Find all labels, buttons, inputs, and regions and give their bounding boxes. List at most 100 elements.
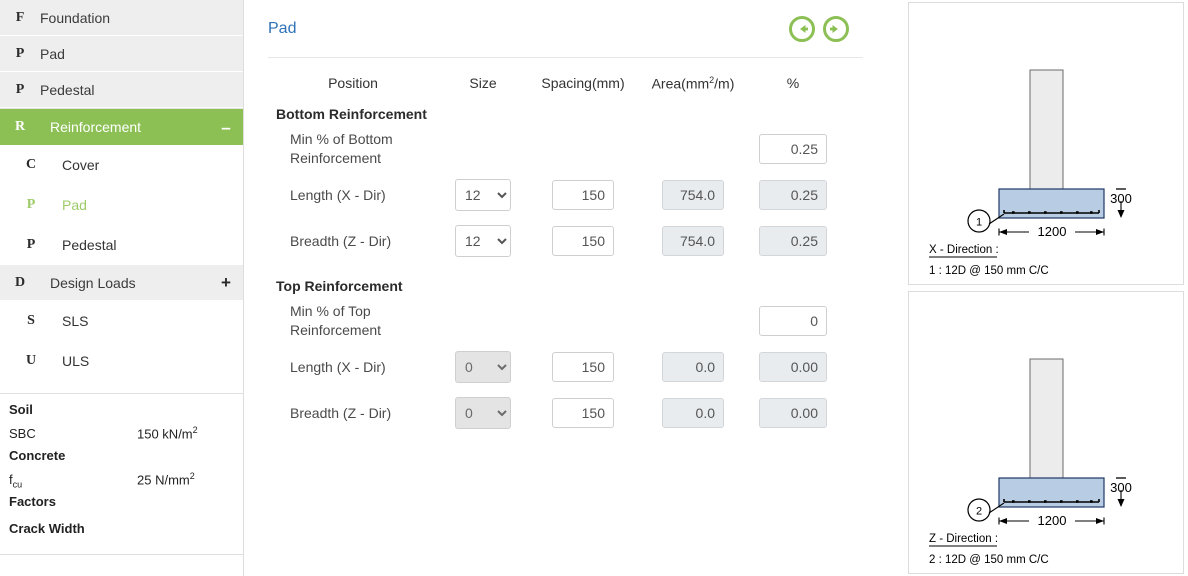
info-label: fcu [9,472,23,490]
cell-area [638,226,748,256]
callout-number: 1 [976,217,982,229]
info-value: 25 N/mm2 [137,471,195,488]
nav-arrows [789,16,849,42]
table-row-min-pct-bottom: Min % of Bottom Reinforcement [268,126,888,172]
collapse-minus-icon[interactable]: – [209,119,243,136]
sidebar-item-label: SLS [62,313,89,329]
top-length-size-select[interactable]: 08101216202532 [455,351,511,383]
bottom-breadth-spacing-input[interactable] [552,226,614,256]
diagram-caption-detail: 2 : 12D @ 150 mm C/C [929,554,1049,566]
pedestal-letter-icon: P [15,81,25,97]
sidebar-item-label: Pedestal [62,237,117,253]
diagram-caption-title: Z - Direction : [929,533,998,545]
cell-spacing [528,226,638,256]
row-label-line1: Min % of Bottom [290,131,393,148]
cell-spacing [528,180,638,210]
cell-area [638,398,748,428]
row-label: Breadth (Z - Dir) [290,232,392,249]
table-row-bottom-breadth: Breadth (Z - Dir) 08101216202532 [268,218,888,264]
section-heading-top-reinforcement: Top Reinforcement [276,278,403,294]
table-row-top-length: Length (X - Dir) 08101216202532 [268,344,888,390]
row-label: Min % of Bottom Reinforcement [268,130,438,168]
sidebar-item-label: Pad [40,45,65,62]
cell-min-pct [748,134,838,164]
row-label: Min % of Top Reinforcement [268,302,438,340]
sidebar-item-sls[interactable]: S SLS [0,301,243,341]
info-label: SBC [9,426,36,442]
column-header-spacing: Spacing(mm) [541,75,625,91]
top-breadth-spacing-input[interactable] [552,398,614,428]
diagram-card-z-direction: 2 1200 300 Z - Direction : 2 : 12D @ 150… [908,291,1184,574]
diagram-column: 1 1200 300 X - Direction : 1 : 12D @ 150… [904,0,1188,576]
main-header: Pad [268,0,863,58]
info-label: Factors [9,494,56,509]
design-loads-letter-icon: D [14,274,26,290]
sidebar-info-panel: Soil SBC 150 kN/m2 Concrete fcu 25 N/mm2… [0,393,243,555]
section-heading-bottom-reinforcement: Bottom Reinforcement [276,106,427,122]
row-label-line2: Reinforcement [290,322,382,338]
info-heading-concrete: Concrete [0,448,243,471]
sidebar-item-pedestal[interactable]: P Pedestal [0,72,243,108]
uls-letter-icon: U [25,353,37,368]
previous-arrow-icon[interactable] [789,16,815,42]
app-root: F Foundation P Pad P Pedestal R Reinforc… [0,0,1188,576]
column-header-percent: % [786,75,800,91]
sidebar-top-group: F Foundation P Pad P Pedestal [0,0,243,109]
sidebar-group-design-loads[interactable]: D Design Loads + [0,265,243,301]
sidebar-item-cover[interactable]: C Cover [0,145,243,185]
cell-size: 08101216202532 [438,225,528,257]
top-breadth-size-select[interactable]: 08101216202532 [455,397,511,429]
bottom-length-spacing-input[interactable] [552,180,614,210]
info-row-fcu: fcu 25 N/mm2 [0,471,243,494]
sidebar-group-reinforcement[interactable]: R Reinforcement – [0,109,243,145]
cell-percent [748,180,838,210]
pad-letter-icon: P [15,45,25,61]
column-header-position: Position [328,75,378,91]
sidebar-item-label: Foundation [40,9,111,26]
row-label: Length (X - Dir) [290,186,386,203]
bottom-breadth-size-select[interactable]: 08101216202532 [455,225,511,257]
diagram-caption-detail: 1 : 12D @ 150 mm C/C [929,265,1049,277]
depth-dimension-label: 300 [1110,191,1132,206]
min-pct-top-input[interactable] [759,306,827,336]
bottom-breadth-percent-output [759,226,827,256]
cell-percent [748,226,838,256]
table-header-row: Position Size Spacing(mm) Area(mm2/m) % [268,68,888,98]
cell-percent [748,398,838,428]
top-breadth-percent-output [759,398,827,428]
row-label: Length (X - Dir) [290,358,386,375]
column-header-size: Size [469,75,497,91]
row-label-line1: Min % of Top [290,303,371,320]
sidebar: F Foundation P Pad P Pedestal R Reinforc… [0,0,244,576]
top-length-spacing-input[interactable] [552,352,614,382]
sidebar-group-label: Reinforcement [50,119,142,135]
sidebar-item-label: ULS [62,353,90,369]
info-label: Concrete [9,448,66,463]
info-label: Crack Width [9,521,85,536]
info-heading-factors: Factors [0,494,243,517]
reinforcement-letter-icon: R [14,119,26,134]
top-length-area-output [662,352,724,382]
callout-number: 2 [976,506,982,518]
sidebar-item-uls[interactable]: U ULS [0,341,243,381]
width-dimension-label: 1200 [1038,513,1067,528]
sidebar-group-label: Design Loads [50,274,136,291]
sidebar-item-pad[interactable]: P Pad [0,36,243,72]
bottom-length-size-select[interactable]: 08101216202532 [455,179,511,211]
sidebar-item-reinforcement-pad[interactable]: P Pad [0,185,243,225]
min-pct-bottom-input[interactable] [759,134,827,164]
cell-area [638,180,748,210]
foundation-section-diagram-z: 2 1200 300 Z - Direction : 2 : 12D @ 150… [909,292,1183,573]
cell-spacing [528,398,638,428]
sidebar-item-reinforcement-pedestal[interactable]: P Pedestal [0,225,243,265]
expand-plus-icon[interactable]: + [209,274,243,291]
sidebar-item-foundation[interactable]: F Foundation [0,0,243,36]
row-label: Breadth (Z - Dir) [290,404,392,421]
info-label: Soil [9,402,33,417]
next-arrow-icon[interactable] [823,16,849,42]
info-heading-soil: Soil [0,402,243,425]
table-row-min-pct-top: Min % of Top Reinforcement [268,298,888,344]
bottom-length-percent-output [759,180,827,210]
sls-letter-icon: S [27,313,35,328]
info-heading-crack-width: Crack Width [0,521,243,544]
